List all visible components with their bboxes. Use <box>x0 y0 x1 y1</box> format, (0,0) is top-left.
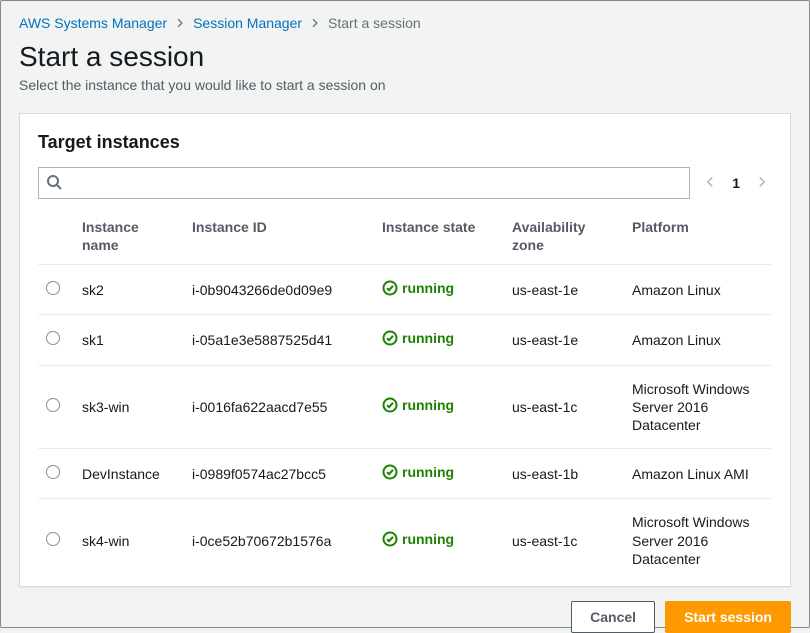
check-circle-icon <box>382 464 398 480</box>
check-circle-icon <box>382 531 398 547</box>
page-title: Start a session <box>19 41 791 73</box>
cell-instance-az: us-east-1e <box>504 315 624 365</box>
cell-instance-platform: Amazon Linux <box>624 265 772 315</box>
state-label: running <box>402 329 454 347</box>
panel-title: Target instances <box>38 132 772 153</box>
cell-instance-name: sk3-win <box>74 365 184 449</box>
cell-instance-state: running <box>374 499 504 582</box>
search-input[interactable] <box>38 167 690 199</box>
breadcrumb: AWS Systems Manager Session Manager Star… <box>19 15 791 31</box>
select-instance-radio[interactable] <box>46 281 60 295</box>
cell-instance-name: DevInstance <box>74 449 184 499</box>
pager: 1 <box>700 171 772 195</box>
cell-instance-az: us-east-1e <box>504 265 624 315</box>
table-row[interactable]: DevInstance i-0989f0574ac27bcc5 running … <box>38 449 772 499</box>
cell-instance-az: us-east-1c <box>504 365 624 449</box>
check-circle-icon <box>382 397 398 413</box>
cell-instance-az: us-east-1b <box>504 449 624 499</box>
cell-instance-state: running <box>374 449 504 499</box>
select-instance-radio[interactable] <box>46 532 60 546</box>
breadcrumb-link-systems-manager[interactable]: AWS Systems Manager <box>19 15 167 31</box>
breadcrumb-link-session-manager[interactable]: Session Manager <box>193 15 302 31</box>
cancel-button[interactable]: Cancel <box>571 601 655 633</box>
state-label: running <box>402 463 454 481</box>
table-row[interactable]: sk2 i-0b9043266de0d09e9 running us-east-… <box>38 265 772 315</box>
panel-toolbar: 1 <box>38 167 772 199</box>
state-label: running <box>402 396 454 414</box>
cell-instance-name: sk1 <box>74 315 184 365</box>
table-row[interactable]: sk4-win i-0ce52b70672b1576a running us-e… <box>38 499 772 582</box>
col-header-platform[interactable]: Platform <box>624 209 772 265</box>
pager-prev-button[interactable] <box>700 171 720 195</box>
page-actions: Cancel Start session <box>19 601 791 633</box>
cell-instance-id: i-05a1e3e5887525d41 <box>184 315 374 365</box>
table-row[interactable]: sk1 i-05a1e3e5887525d41 running us-east-… <box>38 315 772 365</box>
table-row[interactable]: sk3-win i-0016fa622aacd7e55 running us-e… <box>38 365 772 449</box>
cell-instance-platform: Microsoft Windows Server 2016 Datacenter <box>624 499 772 582</box>
cell-instance-id: i-0016fa622aacd7e55 <box>184 365 374 449</box>
cell-instance-state: running <box>374 265 504 315</box>
instances-table: Instance name Instance ID Instance state… <box>38 209 772 582</box>
search-wrap <box>38 167 690 199</box>
check-circle-icon <box>382 280 398 296</box>
page-subtitle: Select the instance that you would like … <box>19 77 791 93</box>
cell-instance-id: i-0ce52b70672b1576a <box>184 499 374 582</box>
cell-instance-state: running <box>374 365 504 449</box>
cell-instance-az: us-east-1c <box>504 499 624 582</box>
pager-page-number: 1 <box>732 175 740 191</box>
start-session-button[interactable]: Start session <box>665 601 791 633</box>
cell-instance-platform: Amazon Linux AMI <box>624 449 772 499</box>
col-header-state[interactable]: Instance state <box>374 209 504 265</box>
cell-instance-platform: Amazon Linux <box>624 315 772 365</box>
select-instance-radio[interactable] <box>46 398 60 412</box>
chevron-right-icon <box>175 15 185 31</box>
cell-instance-id: i-0b9043266de0d09e9 <box>184 265 374 315</box>
pager-next-button[interactable] <box>752 171 772 195</box>
breadcrumb-current: Start a session <box>328 15 421 31</box>
search-icon <box>46 174 62 195</box>
state-label: running <box>402 279 454 297</box>
select-instance-radio[interactable] <box>46 331 60 345</box>
col-header-id[interactable]: Instance ID <box>184 209 374 265</box>
cell-instance-id: i-0989f0574ac27bcc5 <box>184 449 374 499</box>
page-root: AWS Systems Manager Session Manager Star… <box>0 0 810 628</box>
cell-instance-name: sk2 <box>74 265 184 315</box>
state-label: running <box>402 530 454 548</box>
col-header-name[interactable]: Instance name <box>74 209 184 265</box>
table-header-row: Instance name Instance ID Instance state… <box>38 209 772 265</box>
cell-instance-state: running <box>374 315 504 365</box>
check-circle-icon <box>382 330 398 346</box>
col-header-az[interactable]: Availability zone <box>504 209 624 265</box>
target-instances-panel: Target instances 1 <box>19 113 791 587</box>
select-instance-radio[interactable] <box>46 465 60 479</box>
cell-instance-platform: Microsoft Windows Server 2016 Datacenter <box>624 365 772 449</box>
chevron-right-icon <box>310 15 320 31</box>
cell-instance-name: sk4-win <box>74 499 184 582</box>
